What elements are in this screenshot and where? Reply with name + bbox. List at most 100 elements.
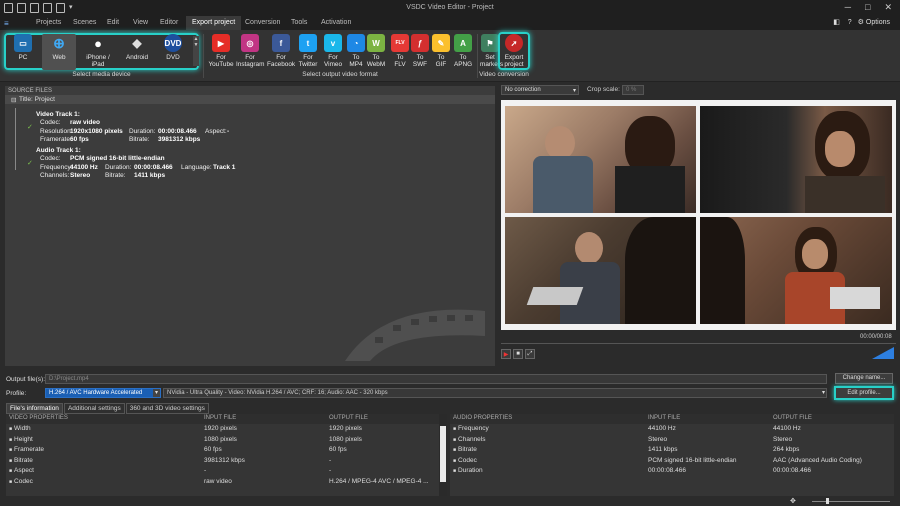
export-project-label-1: Export [504, 54, 524, 61]
zoom-slider-handle[interactable] [826, 498, 829, 504]
property-name: Frequency [450, 424, 645, 435]
format-facebook-button[interactable]: f For Facebook [267, 34, 295, 68]
device-pc-button[interactable]: ▭ PC [8, 34, 38, 61]
output-value: Stereo [773, 435, 793, 443]
zoom-slider[interactable] [812, 501, 890, 502]
edit-profile-button[interactable]: Edit profile... [834, 386, 894, 400]
format-label-line1: For [276, 54, 286, 61]
tab-additional-settings[interactable]: Additional settings [63, 403, 125, 414]
audio-check-icon: ✓ [27, 160, 33, 167]
format-apng-button[interactable]: A To APNG [449, 34, 477, 68]
playback-controls: ▶ ■ ⤢ [501, 349, 535, 359]
audio-codec-label: Codec: [40, 155, 61, 162]
video-bitrate-value: 3981312 kbps [158, 136, 201, 143]
video-aspect-value: - [227, 128, 230, 135]
stop-icon[interactable]: ■ [513, 349, 523, 359]
table-row[interactable]: Frequency44100 Hz44100 Hz [450, 424, 894, 435]
gear-icon[interactable]: ⚙ [858, 19, 864, 26]
collapse-icon[interactable]: ⊟ [11, 96, 16, 104]
menu-export-project[interactable]: Export project [186, 16, 242, 30]
tree-line [15, 108, 16, 170]
profile-value: H.264 / AVC Hardware Accelerated [49, 390, 143, 396]
menu-editor[interactable]: Editor [160, 19, 178, 26]
preview-seek-bar[interactable] [501, 343, 896, 344]
tab-360-3d-settings[interactable]: 360 and 3D video settings [125, 403, 209, 414]
table-row[interactable]: Duration00:00:08.46600:00:08.466 [450, 466, 894, 477]
output-value: H.264 / MPEG-4 AVC / MPEG-4 ... [329, 477, 429, 485]
crop-scale-input[interactable]: 0 % [622, 85, 644, 95]
device-scroll-button[interactable]: ▲ ▼ [193, 36, 199, 66]
menu-edit[interactable]: Edit [107, 19, 119, 26]
device-web-button[interactable]: ⊕ Web [42, 34, 76, 70]
set-markers-button[interactable]: ⚑ Set markers [480, 34, 503, 68]
chevron-down-icon: ▾ [821, 390, 825, 396]
play-icon[interactable]: ▶ [501, 349, 511, 359]
minimize-icon[interactable]: ─ [845, 2, 851, 13]
menu-tools[interactable]: Tools [291, 19, 307, 26]
export-project-button[interactable]: ➚ Export project [500, 34, 528, 68]
video-col-input: INPUT FILE [204, 415, 237, 421]
table-row[interactable]: Height1080 pixels1080 pixels [6, 435, 447, 446]
menu-scenes[interactable]: Scenes [73, 19, 96, 26]
video-preview[interactable] [501, 100, 896, 330]
zoom-fit-icon[interactable]: ✥ [790, 497, 796, 505]
format-instagram-button[interactable]: ◎ For Instagram [236, 34, 264, 68]
chevron-down-icon: ▾ [153, 389, 160, 397]
menu-activation[interactable]: Activation [321, 19, 351, 26]
window-title: VSDC Video Editor - Project [406, 4, 494, 11]
options-button[interactable]: Options [866, 19, 890, 26]
output-file-label: Output file(s): [6, 376, 46, 383]
project-title-row[interactable]: ⊟ Title: Project [5, 95, 495, 104]
fullscreen-icon[interactable]: ⤢ [525, 349, 535, 359]
properties-tabs: File's information Additional settings 3… [6, 403, 210, 414]
table-row[interactable]: Framerate60 fps60 fps [6, 445, 447, 456]
table-row[interactable]: ChannelsStereoStereo [450, 435, 894, 446]
output-value: 1920 pixels [329, 425, 362, 432]
table-row[interactable]: Codecraw video H.264 / MPEG-4 AVC / MPEG-… [6, 477, 447, 488]
property-name: Aspect [6, 466, 201, 477]
output-file-field[interactable]: D:\Project.mp4 [45, 374, 827, 384]
input-value: 44100 Hz [648, 425, 676, 432]
rocket-icon: ➚ [505, 34, 523, 52]
format-label-line1: For [245, 54, 255, 61]
twitter-icon: t [299, 34, 317, 52]
app-menu-icon[interactable]: ≡ [4, 19, 9, 28]
profile-description-field[interactable]: NVidia - Ultra Quality - Video: NVidia H… [163, 388, 827, 398]
change-name-button[interactable]: Change name... [835, 373, 893, 384]
video-track-info[interactable]: Video Track 1: Codec: raw video Resoluti… [36, 111, 229, 143]
property-name: Bitrate [6, 456, 201, 467]
correction-dropdown[interactable]: No correction ▾ [501, 85, 579, 95]
format-twitter-button[interactable]: t For Twitter [294, 34, 322, 68]
preview-frame-4 [700, 217, 892, 324]
audio-track-info[interactable]: Audio Track 1: Codec: PCM signed 16-bit … [36, 147, 235, 179]
table-row[interactable]: Bitrate3981312 kbps - [6, 456, 447, 467]
menu-bar: ≡ Projects Scenes Edit View Editor Expor… [0, 16, 900, 30]
menu-conversion[interactable]: Conversion [245, 19, 280, 26]
status-bar: ✥ [0, 497, 900, 506]
table-row[interactable]: Aspect-- [6, 466, 447, 477]
profile-dropdown[interactable]: H.264 / AVC Hardware Accelerated ▾ [45, 388, 161, 398]
table-row[interactable]: Width1920 pixels1920 pixels [6, 424, 447, 435]
menu-projects[interactable]: Projects [36, 19, 61, 26]
volume-icon[interactable] [872, 347, 894, 359]
layout-icon[interactable]: ◧ [833, 19, 840, 26]
help-icon[interactable]: ? [848, 19, 852, 26]
audio-duration-label: Duration: [105, 164, 132, 171]
video-bitrate-label: Bitrate: [129, 136, 150, 143]
format-youtube-button[interactable]: ▶ For YouTube [207, 34, 235, 68]
tab-files-information[interactable]: File's information [6, 403, 63, 414]
device-dvd-button[interactable]: DVD DVD [158, 34, 188, 61]
maximize-icon[interactable]: □ [865, 2, 870, 13]
preview-frame-3 [505, 217, 696, 324]
device-iphone-button[interactable]: ● iPhone / iPad [79, 34, 117, 69]
instagram-icon: ◎ [241, 34, 259, 52]
table-row[interactable]: Bitrate1411 kbps 264 kbps [450, 445, 894, 456]
device-android-button[interactable]: ◆ Android [122, 34, 152, 62]
audio-channels-value: Stereo [70, 172, 91, 179]
close-icon[interactable]: ✕ [884, 2, 892, 13]
table-row[interactable]: CodecPCM signed 16-bit little-endian AAC … [450, 456, 894, 467]
video-check-icon: ✓ [27, 124, 33, 131]
output-value: 00:00:08.466 [773, 467, 811, 475]
video-properties-scrollbar[interactable] [439, 414, 447, 496]
menu-view[interactable]: View [133, 19, 148, 26]
